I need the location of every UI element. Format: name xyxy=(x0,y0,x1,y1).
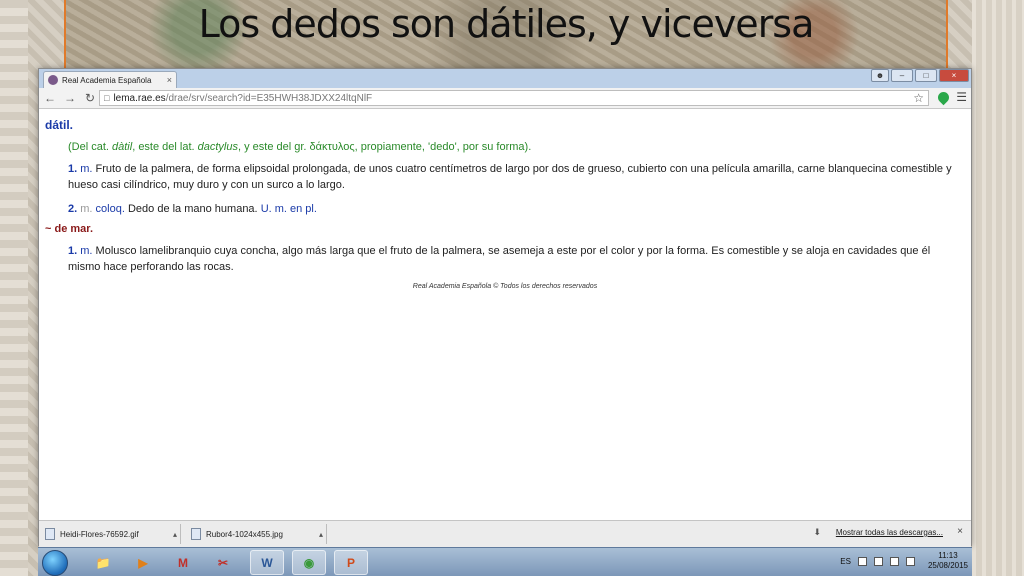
system-tray: ES 11:13 25/08/2015 xyxy=(840,551,968,571)
etym-word-latin: dactylus xyxy=(197,141,238,153)
sub-entry-heading: ~ de mar. xyxy=(45,223,94,235)
browser-toolbar: ← → ↻ □ lema.rae.es/drae/srv/search?id=E… xyxy=(39,88,971,109)
sense-1: 1. m. Fruto de la palmera, de forma elip… xyxy=(68,161,958,193)
slide-frame-right xyxy=(972,0,1024,576)
explorer-folder-icon[interactable]: 📁 xyxy=(86,550,120,575)
snipping-tool-icon[interactable]: ✂ xyxy=(206,550,240,575)
close-downloads-icon[interactable]: × xyxy=(957,526,963,537)
sense-usage-note[interactable]: U. m. en pl. xyxy=(261,203,317,215)
etym-suffix: , y este del gr. δάκτυλος, propiamente, … xyxy=(238,141,532,153)
sense-number: 1. xyxy=(68,245,78,257)
page-icon: □ xyxy=(104,93,110,103)
tray-network-icon[interactable] xyxy=(873,556,883,566)
chevron-up-icon[interactable]: ▴ xyxy=(173,530,177,539)
clock[interactable]: 11:13 25/08/2015 xyxy=(928,551,968,571)
start-button[interactable] xyxy=(42,550,68,576)
rae-favicon-icon xyxy=(48,75,58,85)
show-all-downloads-link[interactable]: Mostrar todas las descargas... xyxy=(836,528,943,537)
download-item[interactable]: Heidi-Flores-76592.gif ▴ xyxy=(41,524,181,544)
language-indicator[interactable]: ES xyxy=(840,557,851,566)
chevron-up-icon[interactable]: ▴ xyxy=(319,530,323,539)
close-window-button[interactable]: × xyxy=(939,69,969,82)
media-player-icon[interactable]: ▶ xyxy=(126,550,160,575)
sense-number: 1. xyxy=(68,163,78,175)
sub-sense-1: 1. m. Molusco lamelibranquio cuya concha… xyxy=(68,243,958,275)
downloads-bar: Heidi-Flores-76592.gif ▴ Rubor4-1024x455… xyxy=(39,520,971,547)
download-arrow-icon: ⬇ xyxy=(813,527,821,537)
sense-gram-abbr: m. xyxy=(80,203,93,215)
sense-number: 2. xyxy=(68,203,78,215)
sense-gram-abbr[interactable]: m. xyxy=(80,245,92,257)
sense-definition: Fruto de la palmera, de forma elipsoidal… xyxy=(68,163,952,191)
image-file-icon xyxy=(191,528,201,540)
page-content: dátil. (Del cat. dàtil, este del lat. da… xyxy=(39,110,971,520)
download-filename: Rubor4-1024x455.jpg xyxy=(206,529,283,539)
tab-rae[interactable]: Real Academia Española × xyxy=(43,71,177,88)
reload-icon[interactable]: ↻ xyxy=(81,91,99,105)
tray-flag-icon[interactable] xyxy=(857,556,867,566)
forward-arrow-icon[interactable]: → xyxy=(61,91,79,105)
tray-volume-icon[interactable] xyxy=(889,556,899,566)
download-filename: Heidi-Flores-76592.gif xyxy=(60,529,139,539)
sense-gram-abbr[interactable]: m. xyxy=(80,163,92,175)
maximize-button[interactable]: □ xyxy=(915,69,937,82)
menu-hamburger-icon[interactable]: ☰ xyxy=(956,90,967,104)
bookmark-star-icon[interactable]: ☆ xyxy=(913,91,924,105)
tab-close-icon[interactable]: × xyxy=(167,75,172,85)
copyright-footer: Real Academia Española © Todos los derec… xyxy=(412,283,598,290)
browser-window: Real Academia Española × ☻ – □ × ← → ↻ □… xyxy=(38,68,972,547)
sense-register-abbr[interactable]: coloq. xyxy=(96,203,125,215)
download-item[interactable]: Rubor4-1024x455.jpg ▴ xyxy=(187,524,327,544)
etymology: (Del cat. dàtil, este del lat. dactylus,… xyxy=(68,141,965,153)
entry-headword: dátil. xyxy=(45,118,74,132)
tab-bar: Real Academia Española × ☻ – □ × xyxy=(39,69,971,88)
address-bar[interactable]: □ lema.rae.es/drae/srv/search?id=E35HWH3… xyxy=(99,90,929,106)
sense-2: 2. m. coloq. Dedo de la mano humana. U. … xyxy=(68,201,958,217)
etym-word-catalan: dàtil xyxy=(112,141,133,153)
sense-definition: Dedo de la mano humana. xyxy=(127,203,258,215)
tab-title: Real Academia Española xyxy=(62,75,152,85)
windows-taskbar: 📁 ▶ M ✂ W ◉ P ES 11:13 25/08/2015 xyxy=(38,547,972,576)
window-controls: ☻ – □ × xyxy=(871,69,969,82)
chrome-icon[interactable]: ◉ xyxy=(292,550,326,575)
extension-leaf-icon[interactable] xyxy=(935,89,952,106)
word-icon[interactable]: W xyxy=(250,550,284,575)
minimize-button[interactable]: – xyxy=(891,69,913,82)
user-profile-icon[interactable]: ☻ xyxy=(871,69,889,82)
url-path: /drae/srv/search?id=E35HWH38JDXX24ltqNlF xyxy=(165,92,373,104)
url-host: lema.rae.es xyxy=(113,92,166,104)
etym-mid: , este del lat. xyxy=(132,141,198,153)
clock-date: 25/08/2015 xyxy=(927,561,968,570)
image-file-icon xyxy=(45,528,55,540)
sense-definition: Molusco lamelibranquio cuya concha, algo… xyxy=(68,245,931,273)
tray-battery-icon[interactable] xyxy=(905,556,915,566)
slide-title-box: Los dedos son dátiles, y viceversa xyxy=(64,0,948,70)
gmail-icon[interactable]: M xyxy=(166,550,200,575)
slide-frame-left xyxy=(0,0,28,576)
etym-prefix: (Del cat. xyxy=(68,141,113,153)
powerpoint-icon[interactable]: P xyxy=(334,550,368,575)
clock-time: 11:13 xyxy=(938,551,958,560)
back-arrow-icon[interactable]: ← xyxy=(41,91,59,105)
slide-title: Los dedos son dátiles, y viceversa xyxy=(198,2,815,46)
